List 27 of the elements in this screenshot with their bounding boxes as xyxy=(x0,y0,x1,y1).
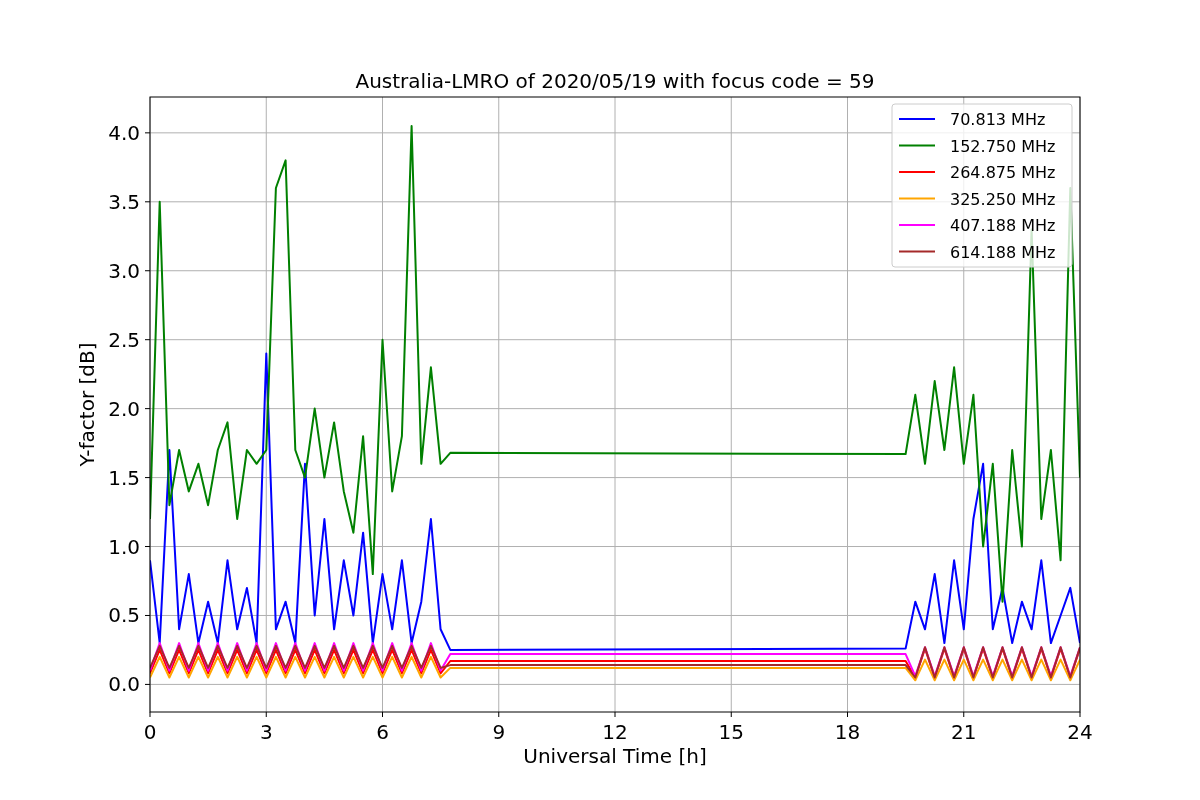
y-tick-label: 0.5 xyxy=(108,603,140,628)
y-tick-label: 3.5 xyxy=(108,189,140,214)
x-tick-label: 18 xyxy=(834,720,861,744)
y-tick-label: 1.0 xyxy=(108,534,140,559)
x-axis-label: Universal Time [h] xyxy=(523,744,707,768)
x-tick-label: 3 xyxy=(259,720,273,744)
legend-label: 407.188 MHz xyxy=(950,216,1056,235)
y-tick-label: 1.5 xyxy=(108,465,140,490)
y-tick-label: 2.0 xyxy=(108,396,140,421)
legend-label: 152.750 MHz xyxy=(950,136,1056,156)
chart-title: Australia-LMRO of 2020/05/19 with focus code = 59 xyxy=(355,69,875,93)
y-tick-label: 3.0 xyxy=(108,258,140,283)
legend-label: 70.813 MHz xyxy=(950,110,1046,129)
x-tick-label: 9 xyxy=(492,720,506,744)
legend-label: 614.188 MHz xyxy=(950,242,1056,262)
y-axis-label: Y-factor [dB] xyxy=(75,342,99,467)
y-tick-label: 2.5 xyxy=(108,327,140,352)
y-tick-label: 4.0 xyxy=(108,120,140,145)
y-tick-label: 0.0 xyxy=(108,672,140,697)
legend-label: 325.250 MHz xyxy=(950,189,1056,209)
legend-label: 264.875 MHz xyxy=(950,163,1056,182)
x-tick-label: 12 xyxy=(602,720,628,744)
x-tick-label: 0 xyxy=(143,720,157,744)
x-tick-label: 15 xyxy=(718,720,744,744)
x-tick-label: 6 xyxy=(376,720,389,744)
x-tick-label: 24 xyxy=(1067,720,1093,744)
x-tick-label: 21 xyxy=(951,720,977,744)
